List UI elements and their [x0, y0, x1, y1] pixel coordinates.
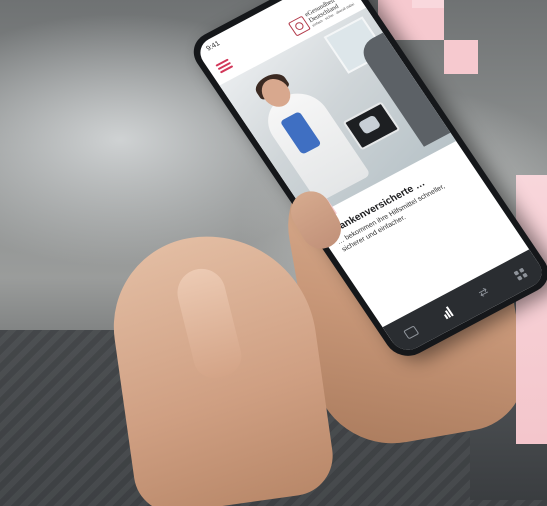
tab-swap[interactable]: ⇄	[475, 285, 492, 301]
menu-icon[interactable]	[215, 58, 234, 74]
swap-icon: ⇄	[476, 285, 492, 300]
bar-chart-icon[interactable]	[438, 304, 455, 320]
grid-icon	[513, 267, 529, 281]
tablet-xray	[342, 101, 401, 151]
decor-square-3	[412, 0, 444, 8]
card-icon	[402, 325, 420, 340]
decor-panel	[516, 175, 547, 444]
tab-grid[interactable]	[512, 265, 529, 281]
tab-card[interactable]	[402, 324, 420, 340]
status-time: 9:41	[205, 39, 221, 53]
decor-square-2	[444, 40, 478, 74]
